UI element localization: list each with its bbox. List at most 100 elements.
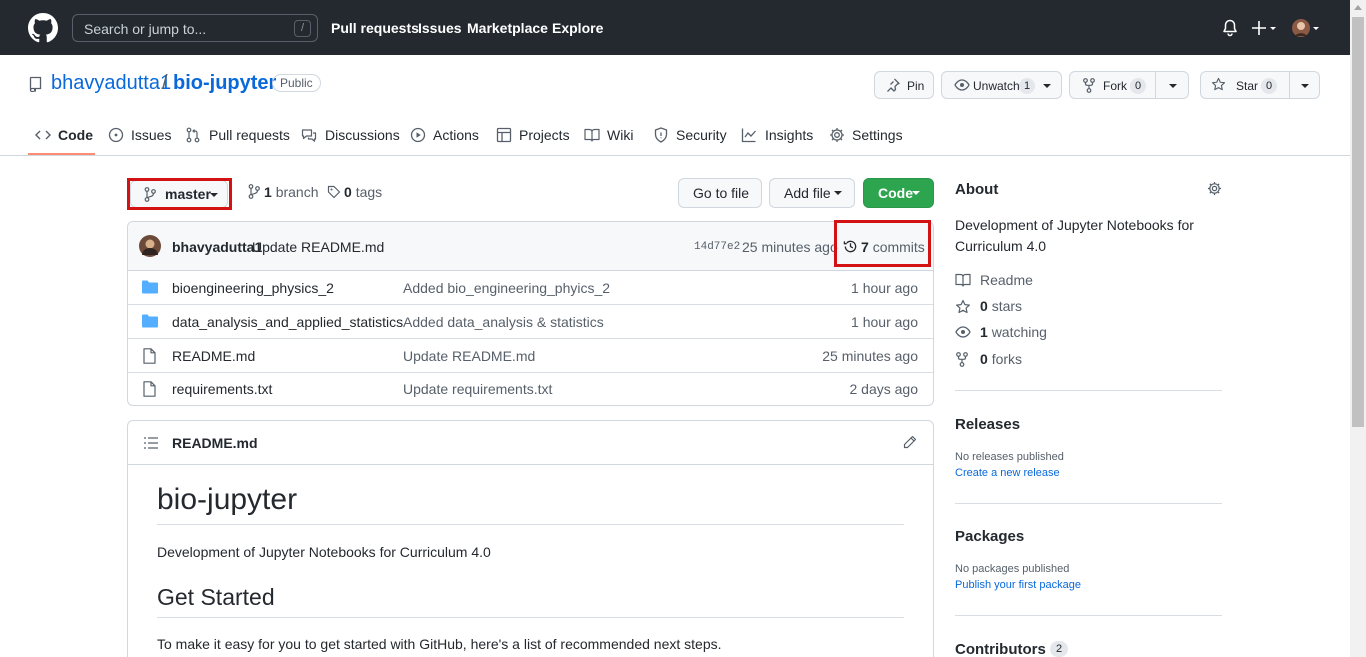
readme-panel: README.md bio-jupyter Development of Jup… (127, 420, 934, 657)
about-settings-gear-icon[interactable] (1207, 181, 1222, 196)
tab-issues[interactable]: Issues (131, 127, 171, 143)
sidebar-divider (955, 615, 1222, 616)
file-commit-message-link[interactable]: Update requirements.txt (403, 381, 552, 397)
nav-explore[interactable]: Explore (552, 20, 603, 36)
file-row[interactable]: README.md Update README.md 25 minutes ag… (128, 339, 933, 373)
repo-name-link[interactable]: bio-jupyter (173, 72, 276, 95)
create-release-link[interactable]: Create a new release (955, 467, 1060, 479)
global-header: Search or jump to... / Pull requests Iss… (0, 0, 1350, 55)
scroll-thumb[interactable] (1352, 17, 1364, 427)
star-outline-icon (956, 299, 970, 314)
readme-title-divider (157, 524, 904, 525)
about-description: Development of Jupyter Notebooks for Cur… (955, 217, 1194, 254)
contributors-heading[interactable]: Contributors 2 (955, 641, 1068, 657)
settings-gear-icon (829, 127, 845, 143)
file-name-link[interactable]: README.md (172, 348, 255, 364)
stars-word: stars (991, 298, 1023, 314)
tag-word: tags (355, 184, 383, 200)
star-button[interactable]: Star 0 (1200, 71, 1320, 99)
contributors-count: 2 (1050, 641, 1068, 657)
contributors-title: Contributors (955, 641, 1046, 657)
branch-highlight-box (127, 178, 232, 210)
file-icon (143, 381, 156, 397)
readme-link-label: Readme (980, 272, 1033, 288)
notification-bell-icon[interactable] (1222, 19, 1238, 37)
commit-sha-link[interactable]: 14d77e2 (694, 241, 740, 253)
go-to-file-button[interactable]: Go to file (678, 178, 762, 208)
file-name-link[interactable]: data_analysis_and_applied_statistics (172, 314, 403, 330)
user-avatar[interactable] (1291, 17, 1321, 39)
releases-heading[interactable]: Releases (955, 416, 1020, 433)
packages-heading[interactable]: Packages (955, 528, 1024, 545)
file-age: 1 hour ago (851, 314, 918, 330)
issue-icon (108, 127, 124, 143)
wiki-book-icon (584, 128, 600, 142)
watch-count: 1 (1019, 78, 1036, 94)
file-row[interactable]: requirements.txt Update requirements.txt… (128, 372, 933, 405)
branches-icon (248, 184, 260, 199)
scroll-up-arrow-icon[interactable] (1354, 5, 1362, 10)
tab-insights[interactable]: Insights (765, 127, 813, 143)
tab-projects[interactable]: Projects (519, 127, 570, 143)
tab-discussions[interactable]: Discussions (325, 127, 400, 143)
branches-link[interactable]: 1 branch (264, 184, 319, 200)
latest-commit-bar: bhavyadutta1 Update README.md 14d77e2 25… (128, 222, 933, 271)
file-row[interactable]: bioengineering_physics_2 Added bio_engin… (128, 271, 933, 305)
nav-pull-requests[interactable]: Pull requests (331, 20, 419, 36)
publish-package-link[interactable]: Publish your first package (955, 579, 1081, 591)
fork-icon (956, 352, 968, 367)
star-label: Star (1236, 79, 1259, 93)
tab-wiki[interactable]: Wiki (607, 127, 633, 143)
book-icon (955, 273, 971, 287)
file-age: 2 days ago (849, 381, 919, 397)
unwatch-button[interactable]: Unwatch 1 (941, 71, 1062, 99)
star-count: 0 (1261, 78, 1278, 94)
discussions-icon (301, 128, 317, 143)
fork-dropdown-chevron-icon[interactable] (1169, 84, 1177, 88)
readme-title: bio-jupyter (157, 483, 298, 516)
outline-list-icon[interactable] (144, 437, 158, 449)
eye-icon (954, 79, 970, 91)
commit-author-link[interactable]: bhavyadutta1 (172, 239, 262, 255)
readme-description: Development of Jupyter Notebooks for Cur… (157, 544, 491, 560)
tag-count: 0 (344, 184, 352, 200)
edit-pencil-icon[interactable] (903, 435, 917, 449)
file-row[interactable]: data_analysis_and_applied_statistics Add… (128, 305, 933, 339)
nav-issues[interactable]: Issues (418, 20, 462, 36)
create-new-plus-icon[interactable] (1252, 19, 1278, 37)
code-icon (35, 128, 51, 142)
branch-word: branch (275, 184, 319, 200)
github-logo-icon[interactable] (28, 13, 58, 43)
commit-author-avatar[interactable] (139, 235, 161, 257)
code-chevron-icon (912, 191, 920, 195)
repo-icon (29, 76, 43, 92)
file-commit-message-link[interactable]: Added bio_engineering_phyics_2 (403, 280, 610, 296)
tab-pull-requests[interactable]: Pull requests (209, 127, 290, 143)
forks-count: 0 (980, 351, 988, 367)
forks-word: forks (991, 351, 1023, 367)
commit-message-link[interactable]: Update README.md (252, 239, 384, 255)
tab-security[interactable]: Security (676, 127, 727, 143)
pin-button[interactable]: Pin (874, 71, 934, 99)
visibility-badge: Public (272, 74, 321, 92)
code-download-button[interactable]: Code (863, 178, 934, 208)
tab-settings[interactable]: Settings (852, 127, 903, 143)
file-name-link[interactable]: bioengineering_physics_2 (172, 280, 334, 296)
file-commit-message-link[interactable]: Added data_analysis & statistics (403, 314, 604, 330)
fork-button[interactable]: Fork 0 (1069, 71, 1189, 99)
add-file-chevron-icon (834, 191, 842, 195)
add-file-button[interactable]: Add file (769, 178, 855, 208)
star-dropdown-chevron-icon[interactable] (1301, 84, 1309, 88)
file-name-link[interactable]: requirements.txt (172, 381, 272, 397)
repo-owner-link[interactable]: bhavyadutta1 (51, 72, 171, 95)
insights-graph-icon (741, 127, 757, 143)
eye-icon (955, 326, 971, 338)
nav-marketplace[interactable]: Marketplace (467, 20, 548, 36)
search-input[interactable]: Search or jump to... / (72, 14, 318, 42)
tab-code[interactable]: Code (58, 127, 93, 143)
file-commit-message-link[interactable]: Update README.md (403, 348, 535, 364)
page-scrollbar[interactable] (1350, 0, 1366, 657)
tab-actions[interactable]: Actions (433, 127, 479, 143)
watching-count: 1 (980, 324, 988, 340)
tags-link[interactable]: 0 tags (344, 184, 382, 200)
